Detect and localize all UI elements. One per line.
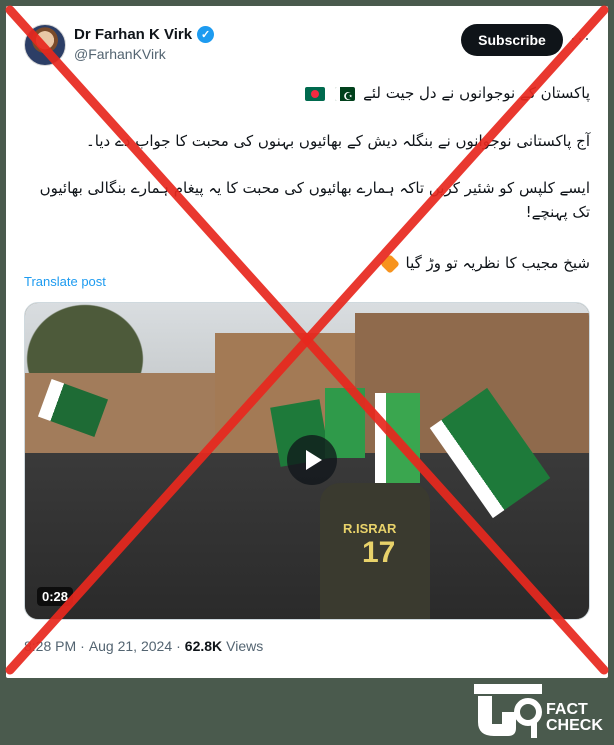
post-headline: پاکستان کے نوجوانوں نے دل جیت لئے	[363, 84, 590, 102]
post-date[interactable]: Aug 21, 2024	[89, 638, 172, 654]
meta-separator: ·	[176, 638, 181, 654]
post-text-line-2: آج پاکستانی نوجوانوں نے بنگلہ دیش کے بھا…	[85, 132, 590, 150]
pakistan-flag-icon	[335, 86, 356, 101]
jersey-name: R.ISRAR	[343, 521, 397, 536]
views-label: Views	[226, 638, 264, 654]
post-text-line-4: شیخ مجیب کا نظریہ تو وڑ گیا	[30, 251, 590, 275]
subscribe-button[interactable]: Subscribe	[461, 24, 563, 56]
post-meta: 8:28 PM · Aug 21, 2024 · 62.8K Views	[24, 638, 263, 654]
translate-post-link[interactable]: Translate post	[24, 274, 106, 289]
play-icon	[306, 450, 322, 470]
logo-check-text: CHECK	[546, 717, 603, 734]
play-button[interactable]	[287, 435, 337, 485]
bangladesh-flag-icon	[304, 86, 325, 101]
post-closing-text: شیخ مجیب کا نظریہ تو وڑ گیا	[405, 254, 590, 272]
video-player[interactable]: R.ISRAR 17 0:28	[24, 302, 590, 620]
post-time[interactable]: 8:28 PM	[24, 638, 76, 654]
more-options-icon[interactable]: ···	[570, 28, 591, 49]
video-duration: 0:28	[37, 587, 74, 606]
post-text-line-3: ایسے کلپس کو شئیر کریں تاکہ ہمارے بھائیو…	[39, 179, 590, 221]
meta-separator: ·	[80, 638, 85, 654]
author-display-name[interactable]: Dr Farhan K Virk	[74, 26, 192, 43]
video-flag	[375, 393, 420, 483]
logo-glyph-icon	[474, 684, 542, 738]
author-handle[interactable]: @FarhanKVirk	[74, 46, 166, 62]
fact-check-logo: FACT CHECK	[472, 682, 608, 740]
views-count: 62.8K	[184, 638, 223, 654]
avatar[interactable]	[24, 24, 66, 66]
tweet-card: Dr Farhan K Virk ✓ @FarhanKVirk Subscrib…	[6, 6, 608, 678]
jersey-number: 17	[362, 536, 396, 569]
verified-badge-icon: ✓	[197, 26, 215, 43]
author-name-row: Dr Farhan K Virk ✓	[74, 26, 215, 43]
logo-fact-text: FACT	[546, 701, 588, 718]
post-text-line-1: پاکستان کے نوجوانوں نے دل جیت لئے	[30, 81, 590, 105]
orange-heart-icon	[379, 253, 400, 274]
